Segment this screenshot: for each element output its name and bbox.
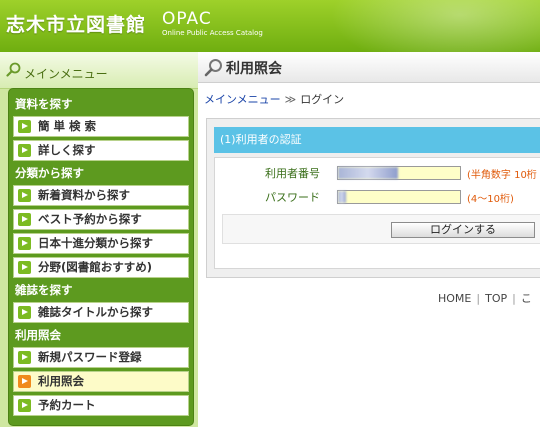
login-button[interactable]: ログインする <box>391 222 535 238</box>
password-label: パスワード <box>265 191 320 204</box>
arrow-right-icon <box>18 237 31 250</box>
menu-section-search: 資料を探す <box>15 97 73 111</box>
breadcrumb-main-menu-link[interactable]: メインメニュー <box>204 93 281 106</box>
password-hint: (4〜10桁) <box>467 194 514 205</box>
breadcrumb-current: ログイン <box>300 93 345 106</box>
sidebar-header: メインメニュー <box>0 52 198 89</box>
menu-item-magazine-title[interactable]: 雑誌タイトルから探す <box>13 302 189 323</box>
password-input[interactable] <box>337 190 461 204</box>
menu-section-usage: 利用照会 <box>15 328 61 342</box>
site-header: 志木市立図書館 OPAC Online Public Access Catalo… <box>0 0 540 52</box>
menu-item-label: 分野(図書館おすすめ) <box>38 260 153 274</box>
arrow-right-icon <box>18 189 31 202</box>
login-section-title: (1)利用者の認証 <box>214 127 540 153</box>
footer-separator: | <box>512 292 516 305</box>
menu-item-label: 雑誌タイトルから探す <box>38 305 153 319</box>
menu-item-advanced-search[interactable]: 詳しく探す <box>13 140 189 161</box>
menu-item-label: 利用照会 <box>38 374 84 388</box>
footer-top-link[interactable]: TOP <box>485 292 507 305</box>
menu-item-label: 予約カート <box>38 398 96 412</box>
menu-item-label: ベスト予約から探す <box>38 212 142 226</box>
site-title[interactable]: 志木市立図書館 <box>6 10 146 37</box>
arrow-right-icon <box>18 306 31 319</box>
magnifier-icon <box>204 59 222 77</box>
footer-more-link[interactable]: こ <box>521 292 532 305</box>
arrow-right-icon <box>18 261 31 274</box>
blurred-value <box>338 167 398 179</box>
opac-subtitle: Online Public Access Catalog <box>162 29 263 37</box>
menu-item-usage-inquiry[interactable]: 利用照会 <box>13 371 189 392</box>
menu-item-ndc[interactable]: 日本十進分類から探す <box>13 233 189 254</box>
menu-item-label: 日本十進分類から探す <box>38 236 153 250</box>
menu-item-label: 新着資料から探す <box>38 188 130 202</box>
menu-item-new-arrivals[interactable]: 新着資料から探す <box>13 185 189 206</box>
header-glow <box>330 0 540 52</box>
menu-item-simple-search[interactable]: 簡 単 検 索 <box>13 116 189 137</box>
user-number-label: 利用者番号 <box>265 167 320 180</box>
main-menu: 資料を探す 簡 単 検 索 詳しく探す 分類から探す 新着資料から探す ベスト予… <box>8 88 194 426</box>
login-panel: (1)利用者の認証 利用者番号 (半角数字 10桁 パスワード (4〜10桁) … <box>206 118 540 278</box>
page-title: 利用照会 <box>226 61 282 77</box>
breadcrumb-separator: ≫ <box>284 93 297 106</box>
blurred-value <box>338 191 346 203</box>
breadcrumb: メインメニュー ≫ ログイン <box>204 91 344 107</box>
menu-section-category: 分類から探す <box>15 166 84 180</box>
arrow-right-icon <box>18 399 31 412</box>
menu-item-label: 詳しく探す <box>38 143 96 157</box>
menu-item-label: 新規パスワード登録 <box>38 350 142 364</box>
opac-logo: OPAC <box>162 9 212 29</box>
arrow-right-icon <box>18 351 31 364</box>
user-number-hint: (半角数字 10桁 <box>467 170 537 181</box>
sidebar: メインメニュー 資料を探す 簡 単 検 索 詳しく探す 分類から探す 新着資料か… <box>0 52 198 427</box>
arrow-right-icon <box>18 375 31 388</box>
menu-item-label: 簡 単 検 索 <box>38 119 97 133</box>
login-form: 利用者番号 (半角数字 10桁 パスワード (4〜10桁) ログインする <box>214 157 540 269</box>
user-number-input[interactable] <box>337 166 461 180</box>
magnifier-icon <box>6 62 21 77</box>
page-header: 利用照会 <box>198 52 540 83</box>
footer-separator: | <box>476 292 481 305</box>
menu-item-field-recommend[interactable]: 分野(図書館おすすめ) <box>13 257 189 278</box>
footer-home-link[interactable]: HOME <box>438 292 471 305</box>
arrow-right-icon <box>18 120 31 133</box>
menu-item-reservation-cart[interactable]: 予約カート <box>13 395 189 416</box>
menu-section-magazine: 雑誌を探す <box>15 283 73 297</box>
arrow-right-icon <box>18 213 31 226</box>
main-content: 利用照会 メインメニュー ≫ ログイン (1)利用者の認証 利用者番号 (半角数字 … <box>198 52 540 427</box>
sidebar-title: メインメニュー <box>24 67 108 81</box>
footer-links: HOME | TOP | こ <box>438 290 532 306</box>
menu-item-best-reservations[interactable]: ベスト予約から探す <box>13 209 189 230</box>
button-row: ログインする <box>222 214 540 244</box>
arrow-right-icon <box>18 144 31 157</box>
menu-item-new-password[interactable]: 新規パスワード登録 <box>13 347 189 368</box>
